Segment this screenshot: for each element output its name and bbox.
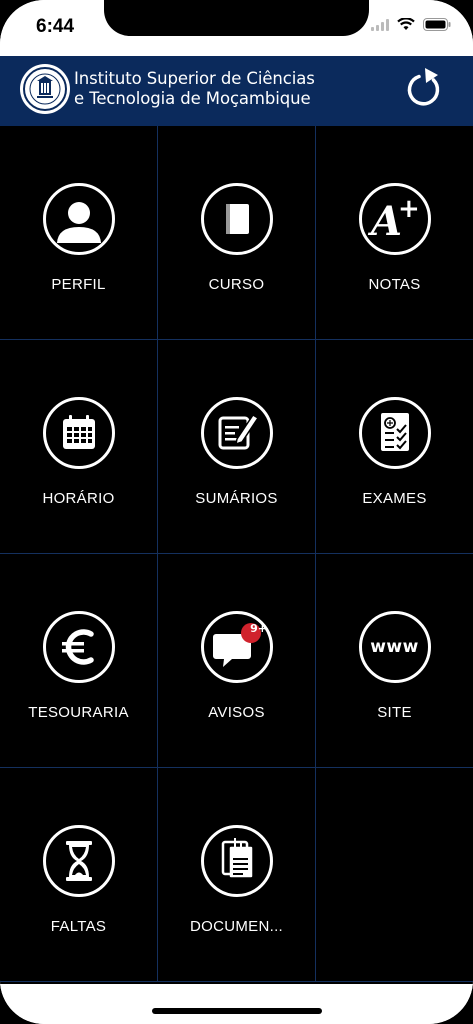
bottom-bar xyxy=(0,984,473,1024)
svg-text:A: A xyxy=(367,198,402,245)
tile-label: HORÁRIO xyxy=(42,490,115,507)
status-time: 6:44 xyxy=(36,16,75,37)
tile-sumarios[interactable]: SUMÁRIOS xyxy=(158,340,316,554)
tile-label: NOTAS xyxy=(368,276,421,293)
tile-label: TESOURARIA xyxy=(28,704,129,721)
tile-site[interactable]: www SITE xyxy=(316,554,473,768)
tile-label: SITE xyxy=(377,704,412,721)
tile-perfil[interactable]: PERFIL xyxy=(0,126,158,340)
tile-label: DOCUMEN... xyxy=(190,918,283,935)
title-line-1: Instituto Superior de Ciências xyxy=(74,69,315,88)
documents-clip-icon xyxy=(200,825,273,897)
profile-icon xyxy=(42,183,115,255)
status-bar: 6:44 xyxy=(0,0,473,56)
calendar-icon xyxy=(42,397,115,469)
refresh-button[interactable] xyxy=(403,66,447,110)
tile-label: CURSO xyxy=(208,276,265,293)
signal-icon xyxy=(371,18,389,31)
www-icon-text: www xyxy=(370,637,419,657)
tile-avisos[interactable]: 9+ AVISOS xyxy=(158,554,316,768)
tile-tesouraria[interactable]: TESOURARIA xyxy=(0,554,158,768)
www-icon: www xyxy=(358,611,431,683)
battery-icon xyxy=(423,18,451,31)
tile-faltas[interactable]: FALTAS xyxy=(0,768,158,982)
tile-empty xyxy=(316,768,473,982)
menu-grid: PERFIL CURSO A + NOTAS HORÁRIO SUMÁRIOS … xyxy=(0,126,473,984)
notch xyxy=(104,0,369,36)
phone-screen: 6:44 Instituto Superior de Ciências e Te… xyxy=(0,0,473,1024)
home-indicator[interactable] xyxy=(152,1008,322,1014)
hourglass-icon xyxy=(42,825,115,897)
grade-a-plus-icon: A + xyxy=(358,183,431,255)
status-icons xyxy=(371,18,451,31)
tile-documentos[interactable]: DOCUMEN... xyxy=(158,768,316,982)
svg-text:+: + xyxy=(398,194,420,224)
tile-notas[interactable]: A + NOTAS xyxy=(316,126,473,340)
tile-curso[interactable]: CURSO xyxy=(158,126,316,340)
app-header: Instituto Superior de Ciências e Tecnolo… xyxy=(0,56,473,126)
tile-label: FALTAS xyxy=(50,918,107,935)
book-icon xyxy=(200,183,273,255)
exam-checklist-icon xyxy=(358,397,431,469)
institution-title: Instituto Superior de Ciências e Tecnolo… xyxy=(74,69,315,109)
tile-exames[interactable]: EXAMES xyxy=(316,340,473,554)
institution-logo xyxy=(20,64,70,114)
tile-label: PERFIL xyxy=(51,276,106,293)
tile-label: EXAMES xyxy=(362,490,427,507)
tile-horario[interactable]: HORÁRIO xyxy=(0,340,158,554)
notification-badge: 9+ xyxy=(250,622,267,635)
title-line-2: e Tecnologia de Moçambique xyxy=(74,89,311,108)
chat-notification-icon: 9+ xyxy=(200,611,273,683)
euro-icon xyxy=(42,611,115,683)
refresh-icon xyxy=(407,68,440,106)
tile-label: AVISOS xyxy=(208,704,265,721)
notes-pen-icon xyxy=(200,397,273,469)
tile-label: SUMÁRIOS xyxy=(195,490,278,507)
wifi-icon xyxy=(397,18,415,30)
